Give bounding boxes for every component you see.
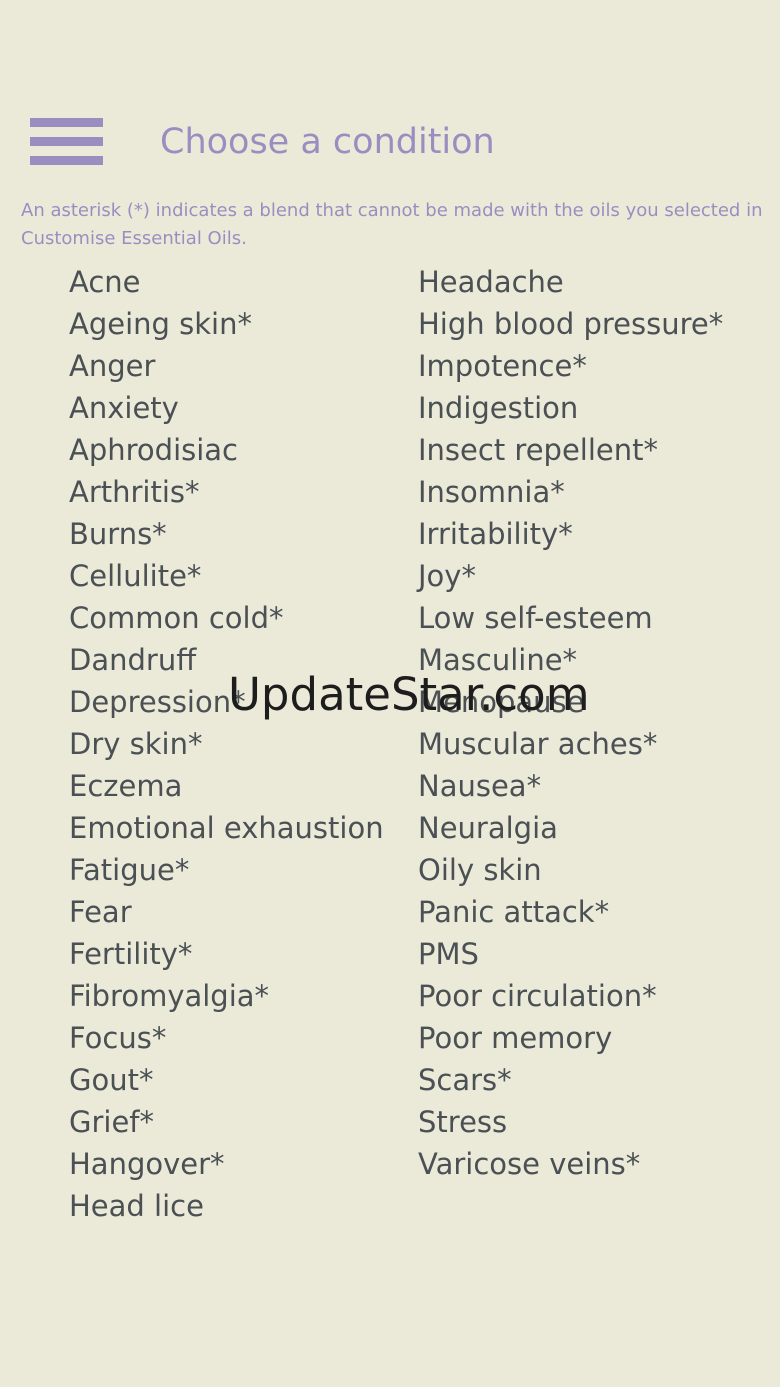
condition-item[interactable]: Low self-esteem	[418, 597, 768, 639]
condition-item[interactable]: Emotional exhaustion	[69, 807, 409, 849]
condition-item[interactable]: Irritability*	[418, 513, 768, 555]
condition-item[interactable]: Masculine*	[418, 639, 768, 681]
hamburger-menu-icon	[30, 118, 103, 166]
condition-item[interactable]: Fatigue*	[69, 849, 409, 891]
condition-item[interactable]: Eczema	[69, 765, 409, 807]
condition-item[interactable]: Stress	[418, 1101, 768, 1143]
condition-item[interactable]: Headache	[418, 261, 768, 303]
condition-item[interactable]: Nausea*	[418, 765, 768, 807]
condition-item[interactable]: PMS	[418, 933, 768, 975]
menu-button[interactable]	[30, 118, 103, 166]
condition-item[interactable]: Muscular aches*	[418, 723, 768, 765]
condition-item[interactable]: Anxiety	[69, 387, 409, 429]
condition-item[interactable]: Grief*	[69, 1101, 409, 1143]
condition-item[interactable]: Hangover*	[69, 1143, 409, 1185]
condition-item[interactable]: Joy*	[418, 555, 768, 597]
condition-item[interactable]: Aphrodisiac	[69, 429, 409, 471]
condition-item[interactable]: Head lice	[69, 1185, 409, 1227]
condition-item[interactable]: Varicose veins*	[418, 1143, 768, 1185]
condition-item[interactable]: Dandruff	[69, 639, 409, 681]
condition-list-right: Headache High blood pressure* Impotence* In…	[418, 261, 768, 1185]
condition-item[interactable]: Insect repellent*	[418, 429, 768, 471]
condition-item[interactable]: Scars*	[418, 1059, 768, 1101]
condition-item[interactable]: Fibromyalgia*	[69, 975, 409, 1017]
condition-item[interactable]: Indigestion	[418, 387, 768, 429]
condition-item[interactable]: Focus*	[69, 1017, 409, 1059]
condition-list-left: Acne Ageing skin* Anger Anxiety Aphrodisiac A…	[69, 261, 409, 1227]
condition-item[interactable]: Common cold*	[69, 597, 409, 639]
page-title: Choose a condition	[160, 122, 495, 162]
condition-item[interactable]: Poor circulation*	[418, 975, 768, 1017]
condition-item[interactable]: Panic attack*	[418, 891, 768, 933]
condition-item[interactable]: Burns*	[69, 513, 409, 555]
condition-item[interactable]: Neuralgia	[418, 807, 768, 849]
condition-item[interactable]: Cellulite*	[69, 555, 409, 597]
condition-item[interactable]: Depression*	[69, 681, 409, 723]
condition-item[interactable]: Gout*	[69, 1059, 409, 1101]
condition-item[interactable]: Ageing skin*	[69, 303, 409, 345]
condition-item[interactable]: Oily skin	[418, 849, 768, 891]
condition-item[interactable]: High blood pressure*	[418, 303, 768, 345]
condition-item[interactable]: Dry skin*	[69, 723, 409, 765]
condition-item[interactable]: Arthritis*	[69, 471, 409, 513]
asterisk-note: An asterisk (*) indicates a blend that c…	[21, 200, 763, 249]
condition-item[interactable]: Acne	[69, 261, 409, 303]
condition-item[interactable]: Menopause	[418, 681, 768, 723]
condition-item[interactable]: Insomnia*	[418, 471, 768, 513]
condition-item[interactable]: Anger	[69, 345, 409, 387]
condition-item[interactable]: Impotence*	[418, 345, 768, 387]
condition-item[interactable]: Fear	[69, 891, 409, 933]
condition-item[interactable]: Poor memory	[418, 1017, 768, 1059]
condition-item[interactable]: Fertility*	[69, 933, 409, 975]
